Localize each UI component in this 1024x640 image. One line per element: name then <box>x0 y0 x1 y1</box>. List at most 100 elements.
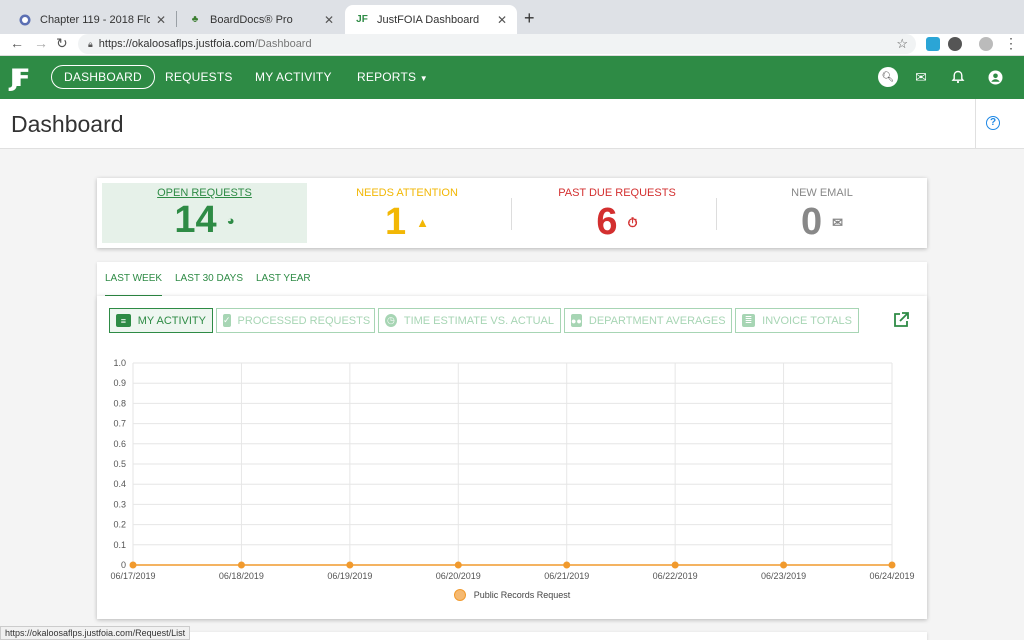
caret-down-icon: ▼ <box>419 74 428 83</box>
new-email-count: 0 <box>800 201 823 243</box>
tab-title: BoardDocs® Pro <box>210 13 293 26</box>
nav-reports-label: REPORTS <box>357 70 417 84</box>
tab-last-week[interactable]: LAST WEEK <box>105 273 163 297</box>
nav-reports[interactable]: REPORTS ▼ <box>357 70 428 84</box>
chart-tab-department-averages[interactable]: ●● DEPARTMENT AVERAGES <box>564 308 732 333</box>
tab-last-year[interactable]: LAST YEAR <box>256 273 311 284</box>
legend-swatch <box>453 589 466 601</box>
url-path: /Dashboard <box>254 38 312 50</box>
open-requests-stat[interactable]: OPEN REQUESTS 14 ◕ <box>102 183 307 243</box>
close-tab-icon[interactable]: ✕ <box>156 13 166 27</box>
page-title: Dashboard <box>11 111 124 137</box>
stopwatch-icon: ⏱ <box>627 214 638 230</box>
stats-card: OPEN REQUESTS 14 ◕ NEEDS ATTENTION 1 ▲ PAS… <box>97 178 927 248</box>
reload-icon[interactable]: ↻ <box>56 35 68 52</box>
nav-my-activity[interactable]: MY ACTIVITY <box>255 70 332 84</box>
bookmark-star-icon[interactable]: ☆ <box>896 36 908 52</box>
divider <box>511 198 512 230</box>
close-tab-icon[interactable]: ✕ <box>497 13 507 27</box>
jf-logo-icon: JF <box>356 14 368 25</box>
x-tick-label: 06/22/2019 <box>653 571 698 581</box>
y-tick-label: 0.6 <box>113 439 126 449</box>
mail-icon: ✉ <box>832 214 844 230</box>
address-bar: ← → ↻ 🔒︎ https://okaloosaflps.justfoia.c… <box>0 34 1024 56</box>
x-tick-label: 06/21/2019 <box>544 571 589 581</box>
time-range-tabs: LAST WEEK LAST 30 DAYS LAST YEAR <box>97 262 927 297</box>
chart-tab-processed-requests[interactable]: ✓ PROCESSED REQUESTS <box>216 308 375 333</box>
jf-logo[interactable]: JF <box>10 64 30 92</box>
data-point <box>454 561 462 569</box>
x-tick-label: 06/23/2019 <box>761 571 806 581</box>
tab-title: JustFOIA Dashboard <box>377 13 480 26</box>
extension-cloud-icon[interactable] <box>926 37 940 51</box>
x-tick-label: 06/24/2019 <box>869 571 914 581</box>
needs-attention-label: NEEDS ATTENTION <box>356 187 458 199</box>
back-icon[interactable]: ← <box>10 35 24 51</box>
clipboard-check-icon: ✓ <box>223 314 231 327</box>
x-tick-label: 06/18/2019 <box>219 571 264 581</box>
new-email-stat[interactable]: NEW EMAIL 0 ✉ <box>722 178 922 248</box>
data-point <box>780 561 788 569</box>
past-due-stat[interactable]: PAST DUE REQUESTS 6 ⏱ <box>517 178 717 248</box>
x-tick-label: 06/17/2019 <box>110 571 155 581</box>
warning-icon: ▲ <box>416 215 429 230</box>
clock-icon: ◷ <box>385 314 397 327</box>
x-tick-label: 06/20/2019 <box>436 571 481 581</box>
open-requests-label[interactable]: OPEN REQUESTS <box>102 187 307 199</box>
page-header: Dashboard ? <box>0 99 1024 149</box>
data-point <box>888 561 896 569</box>
forward-icon[interactable]: → <box>34 35 48 51</box>
chart-tab-my-activity[interactable]: ≡ MY ACTIVITY <box>109 308 213 333</box>
y-tick-label: 0.7 <box>113 419 126 429</box>
nav-requests[interactable]: REQUESTS <box>165 70 233 84</box>
mail-icon[interactable]: ✉ <box>911 67 931 87</box>
chart-tab-label: MY ACTIVITY <box>137 314 206 327</box>
browser-tab-boarddocs[interactable]: ♣ BoardDocs® Pro ✕ <box>178 5 344 34</box>
chart-tab-invoice-totals[interactable]: ≣ INVOICE TOTALS <box>735 308 859 333</box>
extension-circle-icon[interactable] <box>948 37 962 51</box>
past-due-label: PAST DUE REQUESTS <box>558 187 676 199</box>
url-field[interactable]: 🔒︎ https://okaloosaflps.justfoia.com/Das… <box>78 34 916 54</box>
data-point <box>237 561 245 569</box>
y-tick-label: 0.2 <box>113 520 126 530</box>
people-icon: ●● <box>571 314 582 327</box>
new-email-label: NEW EMAIL <box>791 187 853 199</box>
needs-attention-stat[interactable]: NEEDS ATTENTION 1 ▲ <box>307 178 507 248</box>
invoice-icon: ≣ <box>742 314 756 327</box>
nav-dashboard[interactable]: DASHBOARD <box>51 65 155 89</box>
tab-last-30-days[interactable]: LAST 30 DAYS <box>175 273 243 284</box>
chart-panel: ≡ MY ACTIVITY ✓ PROCESSED REQUESTS ◷ TIME E… <box>97 296 927 619</box>
tree-icon: ♣ <box>191 14 199 25</box>
chart-tab-label: TIME ESTIMATE VS. ACTUAL <box>403 314 554 327</box>
data-point <box>129 561 137 569</box>
x-tick-label: 06/19/2019 <box>327 571 372 581</box>
close-tab-icon[interactable]: ✕ <box>324 13 334 27</box>
pie-clock-icon: ◕ <box>226 213 235 228</box>
bell-icon[interactable] <box>948 67 968 87</box>
seal-icon <box>18 13 32 27</box>
y-tick-label: 0.5 <box>113 459 126 469</box>
help-icon[interactable]: ? <box>986 116 1000 130</box>
y-tick-label: 0 <box>121 560 126 570</box>
y-tick-label: 0.8 <box>113 398 126 408</box>
url-host: https://okaloosaflps.justfoia.com <box>98 38 255 50</box>
account-icon[interactable] <box>985 67 1005 87</box>
data-point <box>671 561 679 569</box>
new-tab-icon[interactable]: + <box>524 8 535 29</box>
browser-tab-chapter119[interactable]: Chapter 119 - 2018 Florida Sta ✕ <box>8 5 176 34</box>
data-point <box>346 561 354 569</box>
browser-menu-icon[interactable]: ⋮ <box>1004 35 1018 52</box>
chart-legend[interactable]: Public Records Request <box>97 589 927 601</box>
needs-attention-count: 1 <box>384 201 407 243</box>
app-navbar: JF DASHBOARD REQUESTS MY ACTIVITY REPORT… <box>0 56 1024 99</box>
status-bar-url: https://okaloosaflps.justfoia.com/Reques… <box>0 626 191 640</box>
open-requests-count: 14 <box>174 199 217 241</box>
chart-tab-time-estimate[interactable]: ◷ TIME ESTIMATE VS. ACTUAL <box>378 308 561 333</box>
profile-avatar-icon[interactable] <box>979 37 993 51</box>
search-icon[interactable]: 🔍︎ <box>878 67 898 87</box>
browser-tab-justfoia[interactable]: JF JustFOIA Dashboard ✕ <box>345 5 517 34</box>
open-external-icon[interactable] <box>892 311 910 334</box>
divider <box>975 99 976 149</box>
chart-tab-label: INVOICE TOTALS <box>762 314 852 327</box>
next-card <box>97 632 927 640</box>
